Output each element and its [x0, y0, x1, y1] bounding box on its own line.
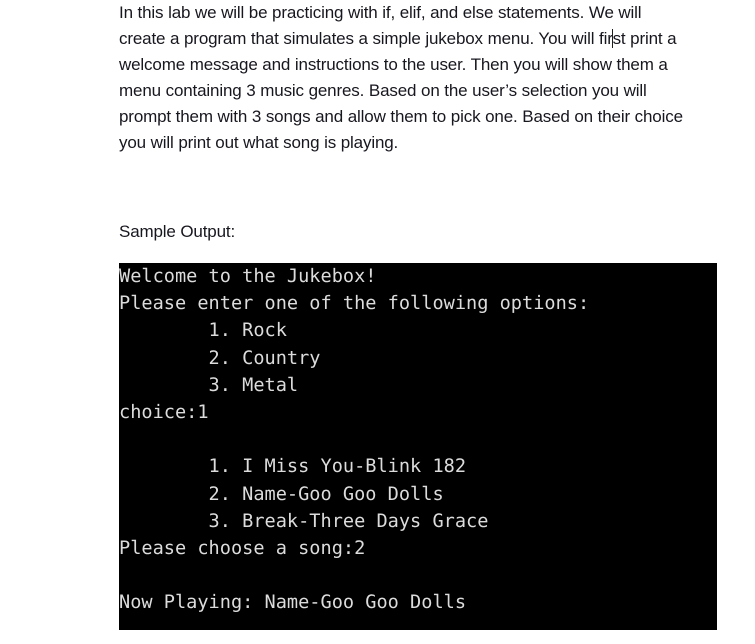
instructions-text-before-caret: In this lab we will be practicing with i…	[119, 3, 642, 48]
text-cursor-caret	[612, 29, 614, 48]
sample-output-label: Sample Output:	[119, 222, 236, 241]
console-line: choice:1	[119, 401, 209, 423]
console-line: Please choose a song:2	[119, 537, 366, 559]
document-page: In this lab we will be practicing with i…	[0, 0, 755, 644]
console-line: Now Playing: Name-Goo Goo Dolls	[119, 592, 467, 614]
console-line-blank	[119, 426, 717, 453]
document-body: In this lab we will be practicing with i…	[119, 0, 692, 245]
console-line: 2. Country	[119, 347, 321, 369]
console-line: 2. Name-Goo Goo Dolls	[119, 483, 444, 505]
console-line: Welcome to the Jukebox!	[119, 266, 377, 287]
console-line-blank	[119, 562, 717, 589]
console-line: 3. Break-Three Days Grace	[119, 510, 489, 532]
instructions-paragraph[interactable]: In this lab we will be practicing with i…	[119, 0, 692, 156]
console-output-block: Welcome to the Jukebox! Please enter one …	[119, 263, 717, 630]
console-line: 1. I Miss You-Blink 182	[119, 456, 467, 478]
console-line: Please enter one of the following option…	[119, 293, 590, 315]
console-line: 3. Metal	[119, 374, 299, 396]
console-line: 1. Rock	[119, 320, 287, 342]
console-text: Welcome to the Jukebox! Please enter one …	[119, 263, 717, 616]
